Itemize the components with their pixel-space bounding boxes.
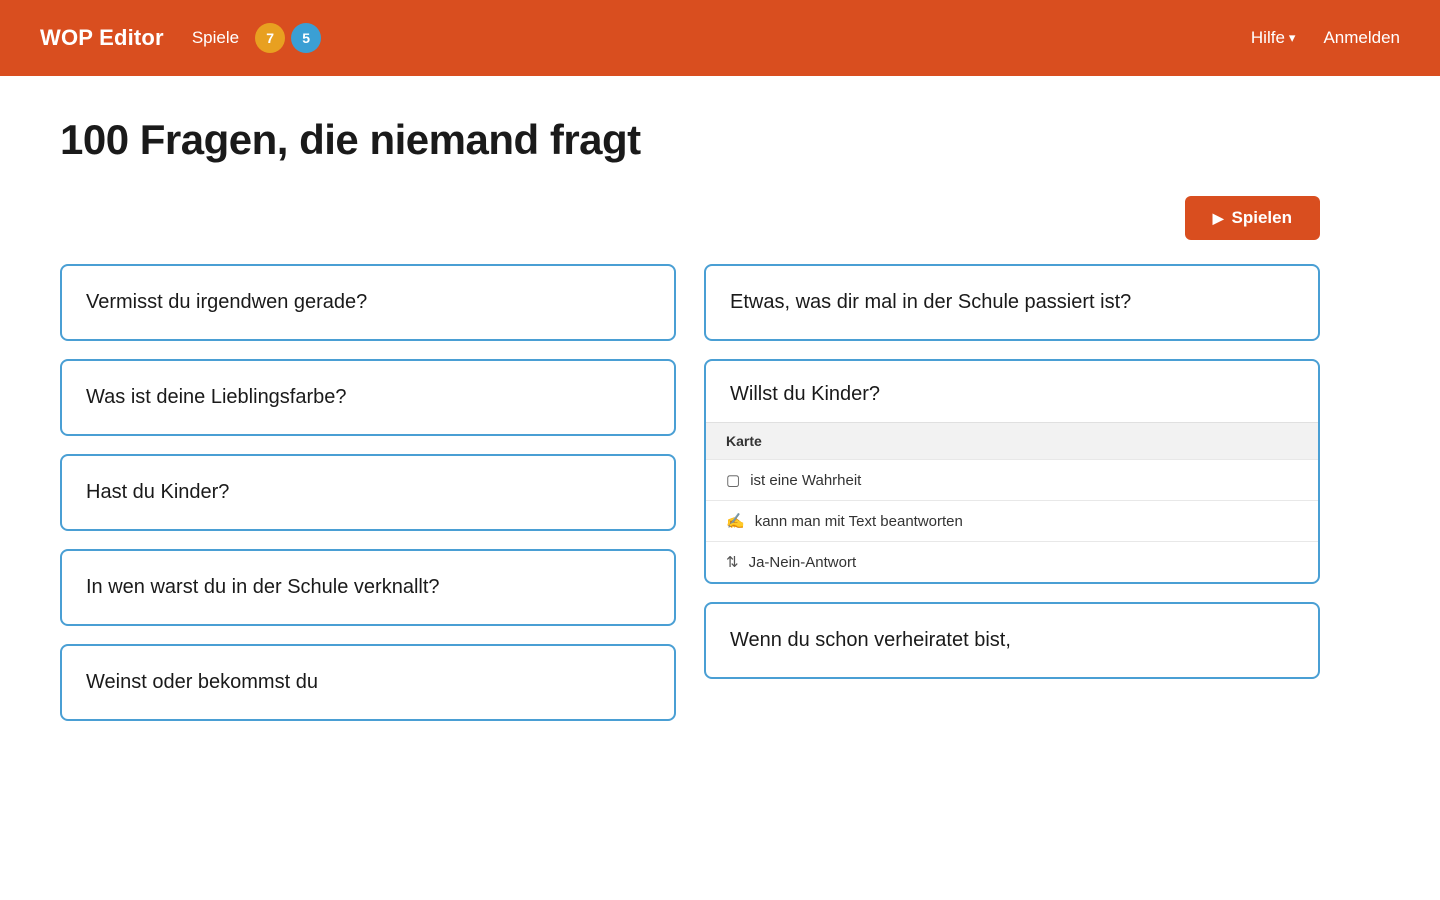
badge-blue: 5 xyxy=(291,23,321,53)
left-column: Vermisst du irgendwen gerade? Was ist de… xyxy=(60,264,676,721)
card-4-expanded[interactable]: Willst du Kinder? Karte ▢ ist eine Wahrh… xyxy=(704,359,1320,584)
edit-icon: ✍ xyxy=(726,512,745,530)
hilfe-menu[interactable]: Hilfe xyxy=(1251,28,1296,48)
play-icon xyxy=(1213,208,1224,228)
meta-row-1-text: ist eine Wahrheit xyxy=(750,472,861,489)
card-3-text: Was ist deine Lieblingsfarbe? xyxy=(86,386,347,408)
meta-row-3-text: Ja-Nein-Antwort xyxy=(749,554,857,571)
card-5[interactable]: Hast du Kinder? xyxy=(60,454,676,531)
right-column: Etwas, was dir mal in der Schule passier… xyxy=(704,264,1320,721)
card-2[interactable]: Etwas, was dir mal in der Schule passier… xyxy=(704,264,1320,341)
meta-row-2-text: kann man mit Text beantworten xyxy=(755,513,963,530)
card-8-partial[interactable]: Wenn du schon verheiratet bist, xyxy=(704,602,1320,679)
meta-row-2: ✍ kann man mit Text beantworten xyxy=(706,500,1318,541)
spielen-button[interactable]: Spielen xyxy=(1185,196,1320,240)
meta-row-3: ⇅ Ja-Nein-Antwort xyxy=(706,541,1318,582)
card-1-text: Vermisst du irgendwen gerade? xyxy=(86,291,367,313)
navbar: WOP Editor Spiele 7 5 Hilfe Anmelden xyxy=(0,0,1440,76)
sort-icon: ⇅ xyxy=(726,553,739,571)
anmelden-button[interactable]: Anmelden xyxy=(1323,28,1400,48)
card-6[interactable]: In wen warst du in der Schule verknallt? xyxy=(60,549,676,626)
card-3[interactable]: Was ist deine Lieblingsfarbe? xyxy=(60,359,676,436)
main-content: 100 Fragen, die niemand fragt Spielen Ve… xyxy=(0,76,1380,781)
card-5-text: Hast du Kinder? xyxy=(86,481,229,503)
card-4-title: Willst du Kinder? xyxy=(706,361,1318,422)
meta-row-1: ▢ ist eine Wahrheit xyxy=(706,459,1318,500)
card-6-text: In wen warst du in der Schule verknallt? xyxy=(86,576,440,598)
navbar-right: Hilfe Anmelden xyxy=(1251,28,1400,48)
brand-title[interactable]: WOP Editor xyxy=(40,25,164,51)
folder-icon: ▢ xyxy=(726,471,740,489)
card-8-text: Wenn du schon verheiratet bist, xyxy=(730,629,1011,651)
card-meta-header: Karte xyxy=(706,422,1318,459)
cards-grid: Vermisst du irgendwen gerade? Was ist de… xyxy=(60,264,1320,721)
nav-spiele[interactable]: Spiele xyxy=(192,28,239,48)
card-2-text: Etwas, was dir mal in der Schule passier… xyxy=(730,291,1131,313)
badge-orange: 7 xyxy=(255,23,285,53)
card-7-partial[interactable]: Weinst oder bekommst du xyxy=(60,644,676,721)
spielen-row: Spielen xyxy=(60,196,1320,240)
card-1[interactable]: Vermisst du irgendwen gerade? xyxy=(60,264,676,341)
card-7-text: Weinst oder bekommst du xyxy=(86,671,318,693)
spielen-label: Spielen xyxy=(1232,208,1292,228)
page-title: 100 Fragen, die niemand fragt xyxy=(60,116,1320,164)
